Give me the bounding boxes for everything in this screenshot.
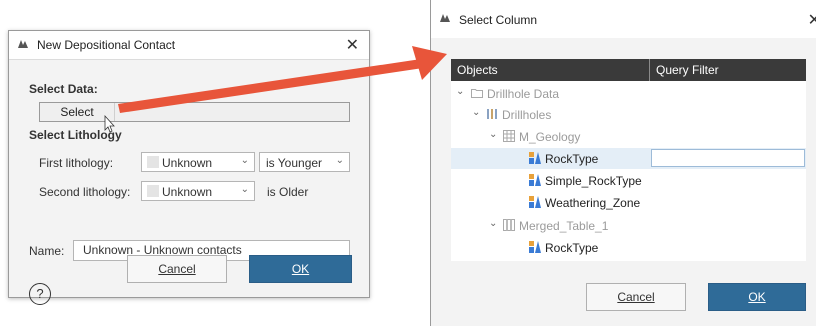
relation-select[interactable]: is Younger ⌄: [259, 152, 350, 172]
tree-label: Drillholes: [502, 108, 552, 122]
ok-button-label: OK: [291, 262, 310, 276]
name-label: Name:: [29, 244, 65, 258]
left-dialog-titlebar: New Depositional Contact ✕: [9, 31, 369, 60]
tree-label: RockType: [545, 152, 599, 166]
select-button[interactable]: Select: [40, 103, 115, 121]
column-header: Objects Query Filter: [451, 59, 806, 81]
select-data-label: Select Data:: [29, 82, 98, 96]
left-dialog-title: New Depositional Contact: [37, 38, 176, 52]
chevron-down-icon[interactable]: ⌄: [489, 218, 497, 229]
lithology-swatch: [147, 156, 159, 168]
new-depositional-contact-dialog: New Depositional Contact ✕ Select Data: …: [8, 30, 370, 305]
first-lithology-select[interactable]: Unknown ⌄: [141, 152, 255, 172]
help-icon[interactable]: ?: [29, 283, 51, 305]
chevron-down-icon: ⌄: [240, 155, 249, 166]
second-relation-text: is Older: [267, 185, 309, 199]
ok-button[interactable]: OK: [708, 283, 806, 311]
tree-row-rocktype-2[interactable]: RockType: [451, 237, 806, 258]
tree-row-drillholes[interactable]: ⌄ Drillholes: [451, 104, 806, 125]
chevron-down-icon[interactable]: ⌄: [472, 107, 480, 118]
right-dialog-titlebar: Select Column ✕: [431, 0, 816, 38]
folder-icon: [471, 89, 483, 98]
lithology-column-icon: [529, 241, 541, 253]
tree-row-m-geology[interactable]: ⌄ M_Geology: [451, 126, 806, 147]
select-lithology-label: Select Lithology: [29, 128, 122, 142]
query-filter-input[interactable]: [651, 149, 805, 167]
close-icon[interactable]: ✕: [808, 10, 816, 30]
lithology-column-icon: [529, 152, 541, 164]
tree-row-merged-table-1[interactable]: ⌄ Merged_Table_1: [451, 215, 806, 236]
chevron-down-icon: ⌄: [240, 184, 249, 195]
tree-row-weathering-zone[interactable]: Weathering_Zone: [451, 192, 806, 213]
query-filter-column-header[interactable]: Query Filter: [656, 63, 719, 77]
chevron-down-icon[interactable]: ⌄: [489, 129, 497, 140]
tree-row-drillhole-data[interactable]: ⌄ Drillhole Data: [451, 83, 806, 104]
objects-column-header[interactable]: Objects: [457, 63, 498, 77]
cancel-button-label: Cancel: [158, 262, 196, 276]
tree-label: Drillhole Data: [487, 87, 560, 101]
lithology-swatch: [147, 185, 159, 197]
relation-value: is Younger: [266, 156, 323, 170]
select-data-field[interactable]: Select: [39, 102, 350, 122]
table-icon: [503, 130, 515, 142]
ok-button[interactable]: OK: [249, 255, 352, 283]
tree-row-simple-rocktype[interactable]: Simple_RockType: [451, 170, 806, 191]
tree-label: RockType: [545, 241, 599, 255]
ok-button-label: OK: [748, 290, 766, 304]
tree-row-rocktype[interactable]: RockType: [451, 148, 806, 169]
chevron-down-icon[interactable]: ⌄: [456, 86, 464, 97]
tree-label: Weathering_Zone: [545, 196, 641, 210]
cancel-button-label: Cancel: [617, 290, 655, 304]
drillholes-icon: [487, 109, 497, 119]
merged-table-icon: [503, 219, 515, 231]
close-icon[interactable]: ✕: [346, 35, 359, 55]
second-lithology-label: Second lithology:: [39, 185, 131, 199]
cancel-button[interactable]: Cancel: [127, 255, 227, 283]
tree-label: M_Geology: [519, 130, 581, 144]
first-lithology-label: First lithology:: [39, 156, 114, 170]
lithology-column-icon: [529, 174, 541, 186]
object-tree: ⌄ Drillhole Data ⌄ Drillholes ⌄ M_Geolog…: [451, 81, 806, 261]
right-dialog-title: Select Column: [459, 13, 538, 27]
cancel-button[interactable]: Cancel: [586, 283, 686, 311]
second-lithology-value: Unknown: [162, 185, 213, 199]
chevron-down-icon: ⌄: [335, 155, 344, 166]
column-separator[interactable]: [649, 59, 650, 81]
select-column-dialog: Select Column ✕ Objects Query Filter ⌄ D…: [430, 0, 816, 326]
lithology-column-icon: [529, 196, 541, 208]
first-lithology-value: Unknown: [162, 156, 213, 170]
tree-label: Merged_Table_1: [519, 219, 609, 233]
second-lithology-select[interactable]: Unknown ⌄: [141, 181, 255, 201]
tree-label: Simple_RockType: [545, 174, 642, 188]
app-logo-icon: [18, 40, 28, 48]
app-logo-icon: [440, 14, 450, 22]
